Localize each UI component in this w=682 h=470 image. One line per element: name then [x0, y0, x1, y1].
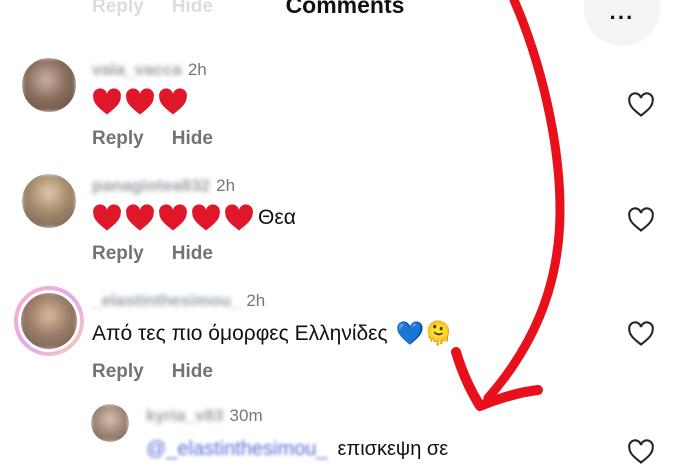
blue-heart-melting-face-emoji: 💙🫠	[395, 320, 453, 346]
heart-outline-icon[interactable]	[627, 92, 655, 118]
timestamp: 2h	[216, 176, 236, 195]
red-heart-icon	[192, 204, 220, 231]
avatar[interactable]	[22, 58, 76, 112]
hearts-emoji	[92, 204, 254, 232]
hide-button[interactable]: Hide	[172, 0, 213, 17]
timestamp: 2h	[187, 60, 207, 79]
avatar[interactable]	[22, 174, 76, 228]
reply-text: @_elastinthesimou_ επισκεψη σε	[146, 438, 448, 461]
username[interactable]: panagiotea832	[92, 176, 210, 195]
more-options-button[interactable]: ···	[584, 0, 660, 46]
timestamp: 2h	[246, 291, 266, 310]
red-heart-icon	[126, 204, 154, 231]
heart-outline-icon[interactable]	[627, 321, 655, 347]
hide-button[interactable]: Hide	[172, 128, 213, 149]
red-heart-icon	[225, 204, 253, 231]
reply-button[interactable]: Reply	[92, 128, 144, 149]
heart-outline-icon[interactable]	[627, 439, 655, 465]
comment-body: Θεα	[258, 206, 296, 229]
hearts-emoji	[92, 88, 188, 116]
avatar-with-story-ring[interactable]	[14, 286, 84, 356]
previous-comment-actions: Reply Hide	[92, 0, 213, 18]
comment-text: Θεα	[92, 204, 296, 232]
heart-outline-icon[interactable]	[627, 207, 655, 233]
avatar[interactable]	[91, 404, 129, 442]
reply-body: επισκεψη σε	[337, 438, 449, 460]
red-heart-icon	[126, 88, 154, 115]
comment-body: Από τες πιο όμορφες Ελληνίδες	[92, 321, 388, 345]
comment-text	[92, 88, 192, 116]
username[interactable]: _elastinthesimou_	[92, 291, 240, 310]
username[interactable]: vala_vacca	[92, 60, 182, 79]
hide-button[interactable]: Hide	[172, 361, 213, 382]
comment-text: Από τες πιο όμορφες Ελληνίδες 💙🫠	[92, 320, 453, 347]
reply-button[interactable]: Reply	[92, 0, 144, 17]
red-heart-icon	[159, 88, 187, 115]
reply-button[interactable]: Reply	[92, 243, 144, 264]
mention-link[interactable]: @_elastinthesimou_	[146, 438, 328, 461]
username[interactable]: kyria_v83	[146, 406, 224, 425]
timestamp: 30m	[229, 406, 263, 425]
hide-button[interactable]: Hide	[172, 243, 213, 264]
red-heart-icon	[93, 88, 121, 115]
red-heart-icon	[159, 204, 187, 231]
more-horizontal-icon: ···	[609, 5, 635, 30]
red-heart-icon	[93, 204, 121, 231]
reply-button[interactable]: Reply	[92, 361, 144, 382]
